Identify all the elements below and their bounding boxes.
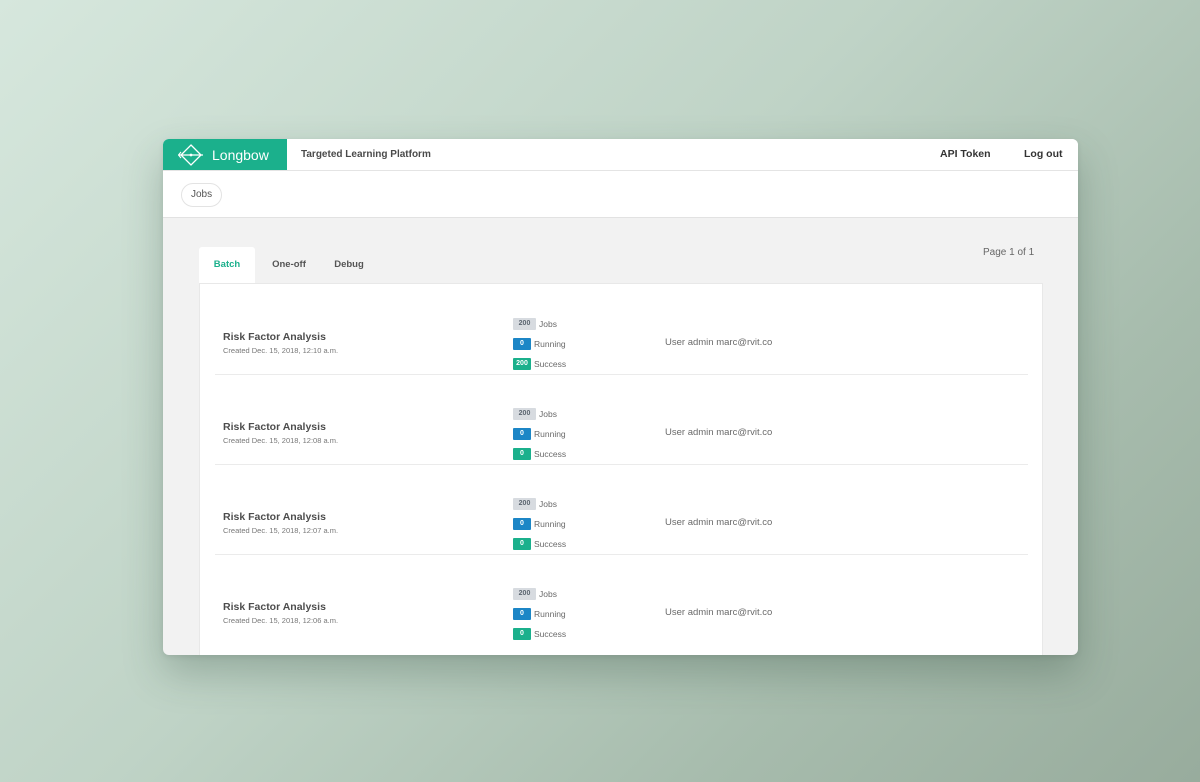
running-stat: 0 Running xyxy=(513,337,566,351)
success-count-badge: 200 xyxy=(513,358,531,370)
row-title: Risk Factor Analysis xyxy=(223,511,326,523)
running-stat: 0 Running xyxy=(513,517,566,531)
running-label: Running xyxy=(534,429,566,439)
brand-logo-link[interactable]: Longbow xyxy=(163,139,287,170)
breadcrumb-bar: Jobs xyxy=(163,171,1078,218)
running-count-badge: 0 xyxy=(513,338,531,350)
tab-batch[interactable]: Batch xyxy=(199,247,255,284)
logout-link[interactable]: Log out xyxy=(1024,139,1062,170)
row-title: Risk Factor Analysis xyxy=(223,601,326,613)
row-created-date: Created Dec. 15, 2018, 12:06 a.m. xyxy=(223,616,339,625)
pagination-info: Page 1 of 1 xyxy=(983,247,1035,258)
row-user: User admin marc@rvit.co xyxy=(665,337,773,348)
success-label: Success xyxy=(534,449,567,459)
running-count-badge: 0 xyxy=(513,428,531,440)
tab-debug[interactable]: Debug xyxy=(319,247,379,284)
success-stat: 0 Success xyxy=(513,627,566,641)
jobs-label: Jobs xyxy=(539,589,557,599)
row-created-date: Created Dec. 15, 2018, 12:10 a.m. xyxy=(223,346,339,355)
row-title: Risk Factor Analysis xyxy=(223,421,326,433)
success-label: Success xyxy=(534,359,567,369)
jobs-stat: 200 Jobs xyxy=(513,317,557,331)
app-title: Targeted Learning Platform xyxy=(301,149,431,160)
jobs-count-badge: 200 xyxy=(513,408,536,420)
row-title: Risk Factor Analysis xyxy=(223,331,326,343)
bow-arrow-icon xyxy=(178,143,203,166)
running-count-badge: 0 xyxy=(513,608,531,620)
success-stat: 0 Success xyxy=(513,537,566,551)
jobs-label: Jobs xyxy=(539,499,557,509)
breadcrumb-jobs[interactable]: Jobs xyxy=(181,183,223,207)
table-row[interactable]: Risk Factor Analysis Created Dec. 15, 20… xyxy=(215,554,1028,644)
table-row[interactable]: Risk Factor Analysis Created Dec. 15, 20… xyxy=(215,284,1028,375)
running-count-badge: 0 xyxy=(513,518,531,530)
running-label: Running xyxy=(534,339,566,349)
jobs-stat: 200 Jobs xyxy=(513,497,557,511)
row-user: User admin marc@rvit.co xyxy=(665,517,773,528)
success-stat: 200 Success xyxy=(513,357,566,371)
app-window: Longbow Targeted Learning Platform API T… xyxy=(163,139,1078,655)
brand-name: Longbow xyxy=(212,146,269,163)
api-token-link[interactable]: API Token xyxy=(940,139,991,170)
row-user: User admin marc@rvit.co xyxy=(665,427,773,438)
jobs-label: Jobs xyxy=(539,409,557,419)
success-count-badge: 0 xyxy=(513,538,531,550)
success-label: Success xyxy=(534,629,567,639)
row-created-date: Created Dec. 15, 2018, 12:07 a.m. xyxy=(223,526,339,535)
running-stat: 0 Running xyxy=(513,427,566,441)
running-label: Running xyxy=(534,519,566,529)
row-created-date: Created Dec. 15, 2018, 12:08 a.m. xyxy=(223,436,339,445)
tab-one-off[interactable]: One-off xyxy=(259,247,319,284)
running-stat: 0 Running xyxy=(513,607,566,621)
success-stat: 0 Success xyxy=(513,447,566,461)
success-count-badge: 0 xyxy=(513,628,531,640)
jobs-count-badge: 200 xyxy=(513,588,536,600)
jobs-stat: 200 Jobs xyxy=(513,587,557,601)
jobs-list-panel: Risk Factor Analysis Created Dec. 15, 20… xyxy=(199,283,1043,655)
row-user: User admin marc@rvit.co xyxy=(665,607,773,618)
jobs-count-badge: 200 xyxy=(513,318,536,330)
running-label: Running xyxy=(534,609,566,619)
table-row[interactable]: Risk Factor Analysis Created Dec. 15, 20… xyxy=(215,374,1028,465)
top-navbar: Longbow Targeted Learning Platform API T… xyxy=(163,139,1078,171)
jobs-stat: 200 Jobs xyxy=(513,407,557,421)
jobs-count-badge: 200 xyxy=(513,498,536,510)
success-label: Success xyxy=(534,539,567,549)
table-row[interactable]: Risk Factor Analysis Created Dec. 15, 20… xyxy=(215,464,1028,555)
jobs-label: Jobs xyxy=(539,319,557,329)
success-count-badge: 0 xyxy=(513,448,531,460)
